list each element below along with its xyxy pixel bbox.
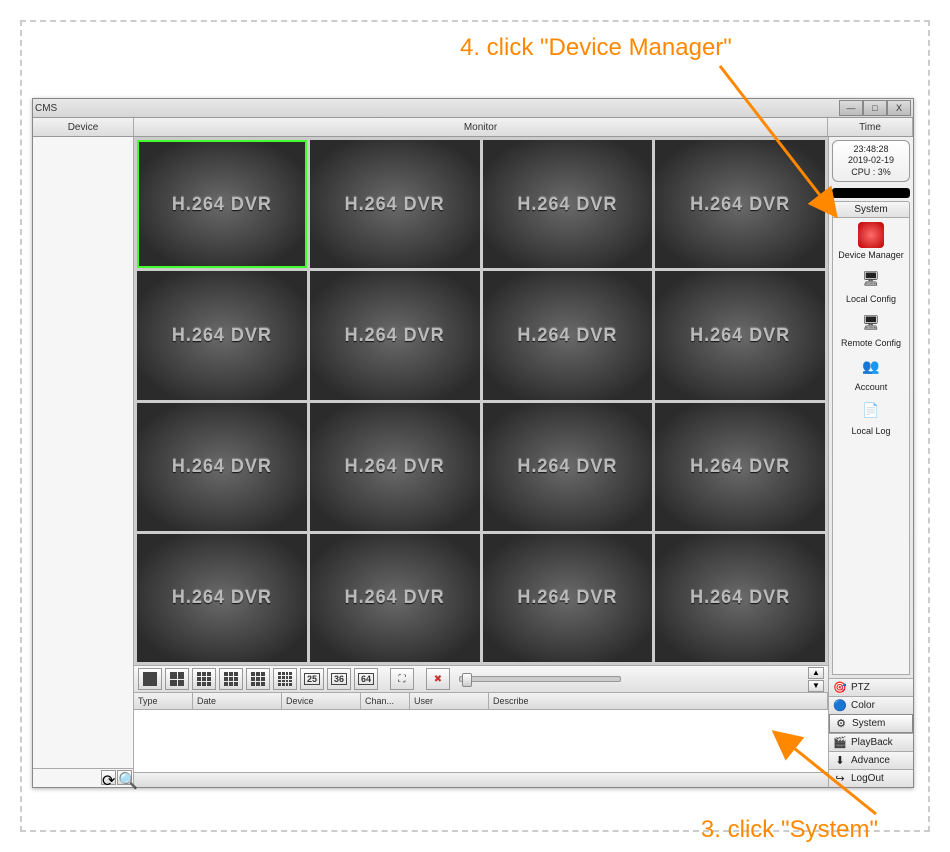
annotation-bottom: 3. click "System" <box>701 816 878 844</box>
account-item[interactable]: 👥 Account <box>833 354 909 392</box>
device-panel-controls: ⟳ 🔍 <box>33 768 133 787</box>
layout-16-button[interactable] <box>273 668 297 690</box>
video-cell-1[interactable]: H.264 DVR <box>137 140 307 268</box>
device-search-button[interactable]: 🔍 <box>117 770 132 785</box>
layout-1-button[interactable] <box>138 668 162 690</box>
video-cell-14[interactable]: H.264 DVR <box>310 534 480 662</box>
tab-ptz[interactable]: 🎯PTZ <box>829 678 913 696</box>
layout-4-button[interactable] <box>165 668 189 690</box>
video-cell-10[interactable]: H.264 DVR <box>310 403 480 531</box>
local-config-item[interactable]: 🖥 Local Config <box>833 266 909 304</box>
log-col-device[interactable]: Device <box>282 693 361 709</box>
video-cell-9[interactable]: H.264 DVR <box>137 403 307 531</box>
annotation-top: 4. click "Device Manager" <box>460 34 732 62</box>
right-panel: 23:48:28 2019-02-19 CPU : 3% System Devi… <box>828 137 913 787</box>
ptz-icon: 🎯 <box>833 681 847 695</box>
log-col-date[interactable]: Date <box>193 693 282 709</box>
window-title: CMS <box>35 103 57 114</box>
arrow-to-device-manager <box>710 60 850 230</box>
local-log-item[interactable]: 📄 Local Log <box>833 398 909 436</box>
system-panel-body: Device Manager 🖥 Local Config 🖥 Remote C… <box>832 218 910 675</box>
layout-8-button[interactable] <box>219 668 243 690</box>
device-panel: ⟳ 🔍 <box>33 137 134 787</box>
remote-config-icon: 🖥 <box>858 310 884 336</box>
tab-color[interactable]: 🔵Color <box>829 696 913 714</box>
layout-25-button[interactable]: 25 <box>300 668 324 690</box>
window-maximize-button[interactable]: □ <box>863 100 887 116</box>
video-cell-6[interactable]: H.264 DVR <box>310 271 480 399</box>
layout-64-button[interactable]: 64 <box>354 668 378 690</box>
scroll-up-button[interactable]: ▲ <box>808 667 824 679</box>
arrow-to-system <box>766 722 886 822</box>
video-cell-11[interactable]: H.264 DVR <box>483 403 653 531</box>
device-refresh-button[interactable]: ⟳ <box>101 770 116 785</box>
video-cell-5[interactable]: H.264 DVR <box>137 271 307 399</box>
layout-36-button[interactable]: 36 <box>327 668 351 690</box>
layout-toolbar: 25 36 64 ⛶ ✖ ▲ ▼ <box>134 665 828 693</box>
video-cell-8[interactable]: H.264 DVR <box>655 271 825 399</box>
log-table-body <box>134 710 828 772</box>
video-cell-3[interactable]: H.264 DVR <box>483 140 653 268</box>
video-cell-7[interactable]: H.264 DVR <box>483 271 653 399</box>
video-cell-13[interactable]: H.264 DVR <box>137 534 307 662</box>
video-cell-15[interactable]: H.264 DVR <box>483 534 653 662</box>
local-config-icon: 🖥 <box>858 266 884 292</box>
remote-config-item[interactable]: 🖥 Remote Config <box>833 310 909 348</box>
layout-6-button[interactable] <box>192 668 216 690</box>
log-col-type[interactable]: Type <box>134 693 193 709</box>
device-manager-icon <box>858 222 884 248</box>
fullscreen-button[interactable]: ⛶ <box>390 668 414 690</box>
layout-9-button[interactable] <box>246 668 270 690</box>
log-table-header: Type Date Device Chan... User Describe <box>134 693 828 710</box>
video-cell-2[interactable]: H.264 DVR <box>310 140 480 268</box>
header-device: Device <box>33 118 134 136</box>
volume-slider[interactable] <box>459 676 621 682</box>
video-cell-16[interactable]: H.264 DVR <box>655 534 825 662</box>
account-icon: 👥 <box>858 354 884 380</box>
local-log-icon: 📄 <box>858 398 884 424</box>
color-icon: 🔵 <box>833 699 847 713</box>
status-bar <box>134 772 828 787</box>
video-cell-12[interactable]: H.264 DVR <box>655 403 825 531</box>
log-col-channel[interactable]: Chan... <box>361 693 410 709</box>
log-col-describe[interactable]: Describe <box>489 693 828 709</box>
window-close-button[interactable]: X <box>887 100 911 116</box>
monitor-area: H.264 DVR H.264 DVR H.264 DVR H.264 DVR … <box>134 137 828 787</box>
disconnect-button[interactable]: ✖ <box>426 668 450 690</box>
log-col-user[interactable]: User <box>410 693 489 709</box>
scroll-down-button[interactable]: ▼ <box>808 680 824 692</box>
